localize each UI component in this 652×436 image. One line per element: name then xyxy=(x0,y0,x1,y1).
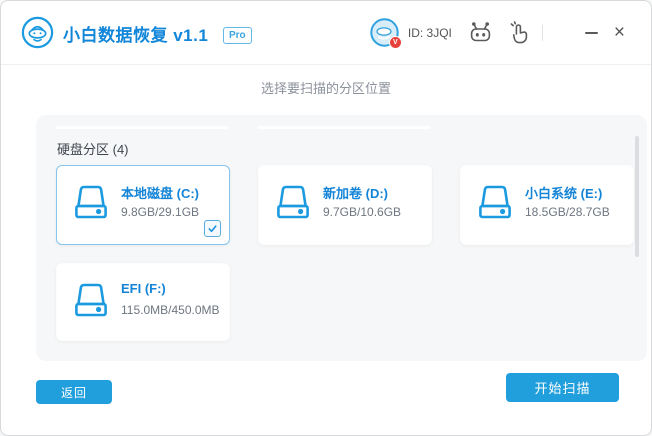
page-title: 选择要扫描的分区位置 xyxy=(260,81,391,96)
title-bar: 小白数据恢复 v1.1 Pro V ID: 3JQI × xyxy=(1,1,651,65)
user-id: ID: 3JQI xyxy=(407,25,452,40)
partition-card-f[interactable]: EFI (F:) 115.0MB/450.0MB xyxy=(56,263,230,341)
hand-click-icon[interactable] xyxy=(508,20,529,45)
section-label: 硬盘分区 (4) xyxy=(57,142,129,157)
partition-panel: 硬盘分区 (4) 本地磁盘 (C:) 9.8GB/29.1GB 新加卷 (D:)… xyxy=(36,115,647,361)
pro-badge: Pro xyxy=(223,27,252,44)
user-avatar[interactable]: V xyxy=(370,18,402,49)
vertical-scrollbar[interactable] xyxy=(635,136,639,257)
partition-size: 18.5GB/28.7GB xyxy=(525,205,610,219)
partition-size: 115.0MB/450.0MB xyxy=(121,303,220,317)
start-scan-button[interactable]: 开始扫描 xyxy=(506,373,619,402)
app-window: 小白数据恢复 v1.1 Pro V ID: 3JQI × 选择要扫描的分区位置 … xyxy=(0,0,652,436)
partition-name: EFI (F:) xyxy=(121,281,166,296)
drive-icon xyxy=(75,185,107,219)
minimize-icon[interactable] xyxy=(585,31,599,34)
app-title: 小白数据恢复 v1.1 xyxy=(63,26,209,45)
service-robot-icon[interactable] xyxy=(468,21,493,45)
partition-checkbox-checked[interactable] xyxy=(204,220,221,237)
scroll-ghost-strip xyxy=(258,126,430,129)
partition-size: 9.7GB/10.6GB xyxy=(323,205,402,219)
back-button[interactable]: 返回 xyxy=(36,380,112,404)
hamburger-menu-icon[interactable] xyxy=(556,27,570,39)
drive-icon xyxy=(277,185,309,219)
drive-icon xyxy=(479,185,511,219)
titlebar-controls: V ID: 3JQI × xyxy=(370,1,625,64)
vip-badge: V xyxy=(388,36,402,49)
partition-card-e[interactable]: 小白系统 (E:) 18.5GB/28.7GB xyxy=(460,165,634,245)
scroll-ghost-strip xyxy=(56,126,228,129)
titlebar-divider xyxy=(541,24,543,41)
drive-icon xyxy=(75,283,107,317)
close-icon[interactable]: × xyxy=(614,23,625,42)
partition-name: 本地磁盘 (C:) xyxy=(121,186,199,201)
partition-size: 9.8GB/29.1GB xyxy=(121,205,200,219)
app-logo-icon xyxy=(21,16,54,49)
partition-name: 新加卷 (D:) xyxy=(323,186,388,201)
partition-card-c[interactable]: 本地磁盘 (C:) 9.8GB/29.1GB xyxy=(56,165,230,245)
partition-name: 小白系统 (E:) xyxy=(525,186,603,201)
partition-card-d[interactable]: 新加卷 (D:) 9.7GB/10.6GB xyxy=(258,165,432,245)
